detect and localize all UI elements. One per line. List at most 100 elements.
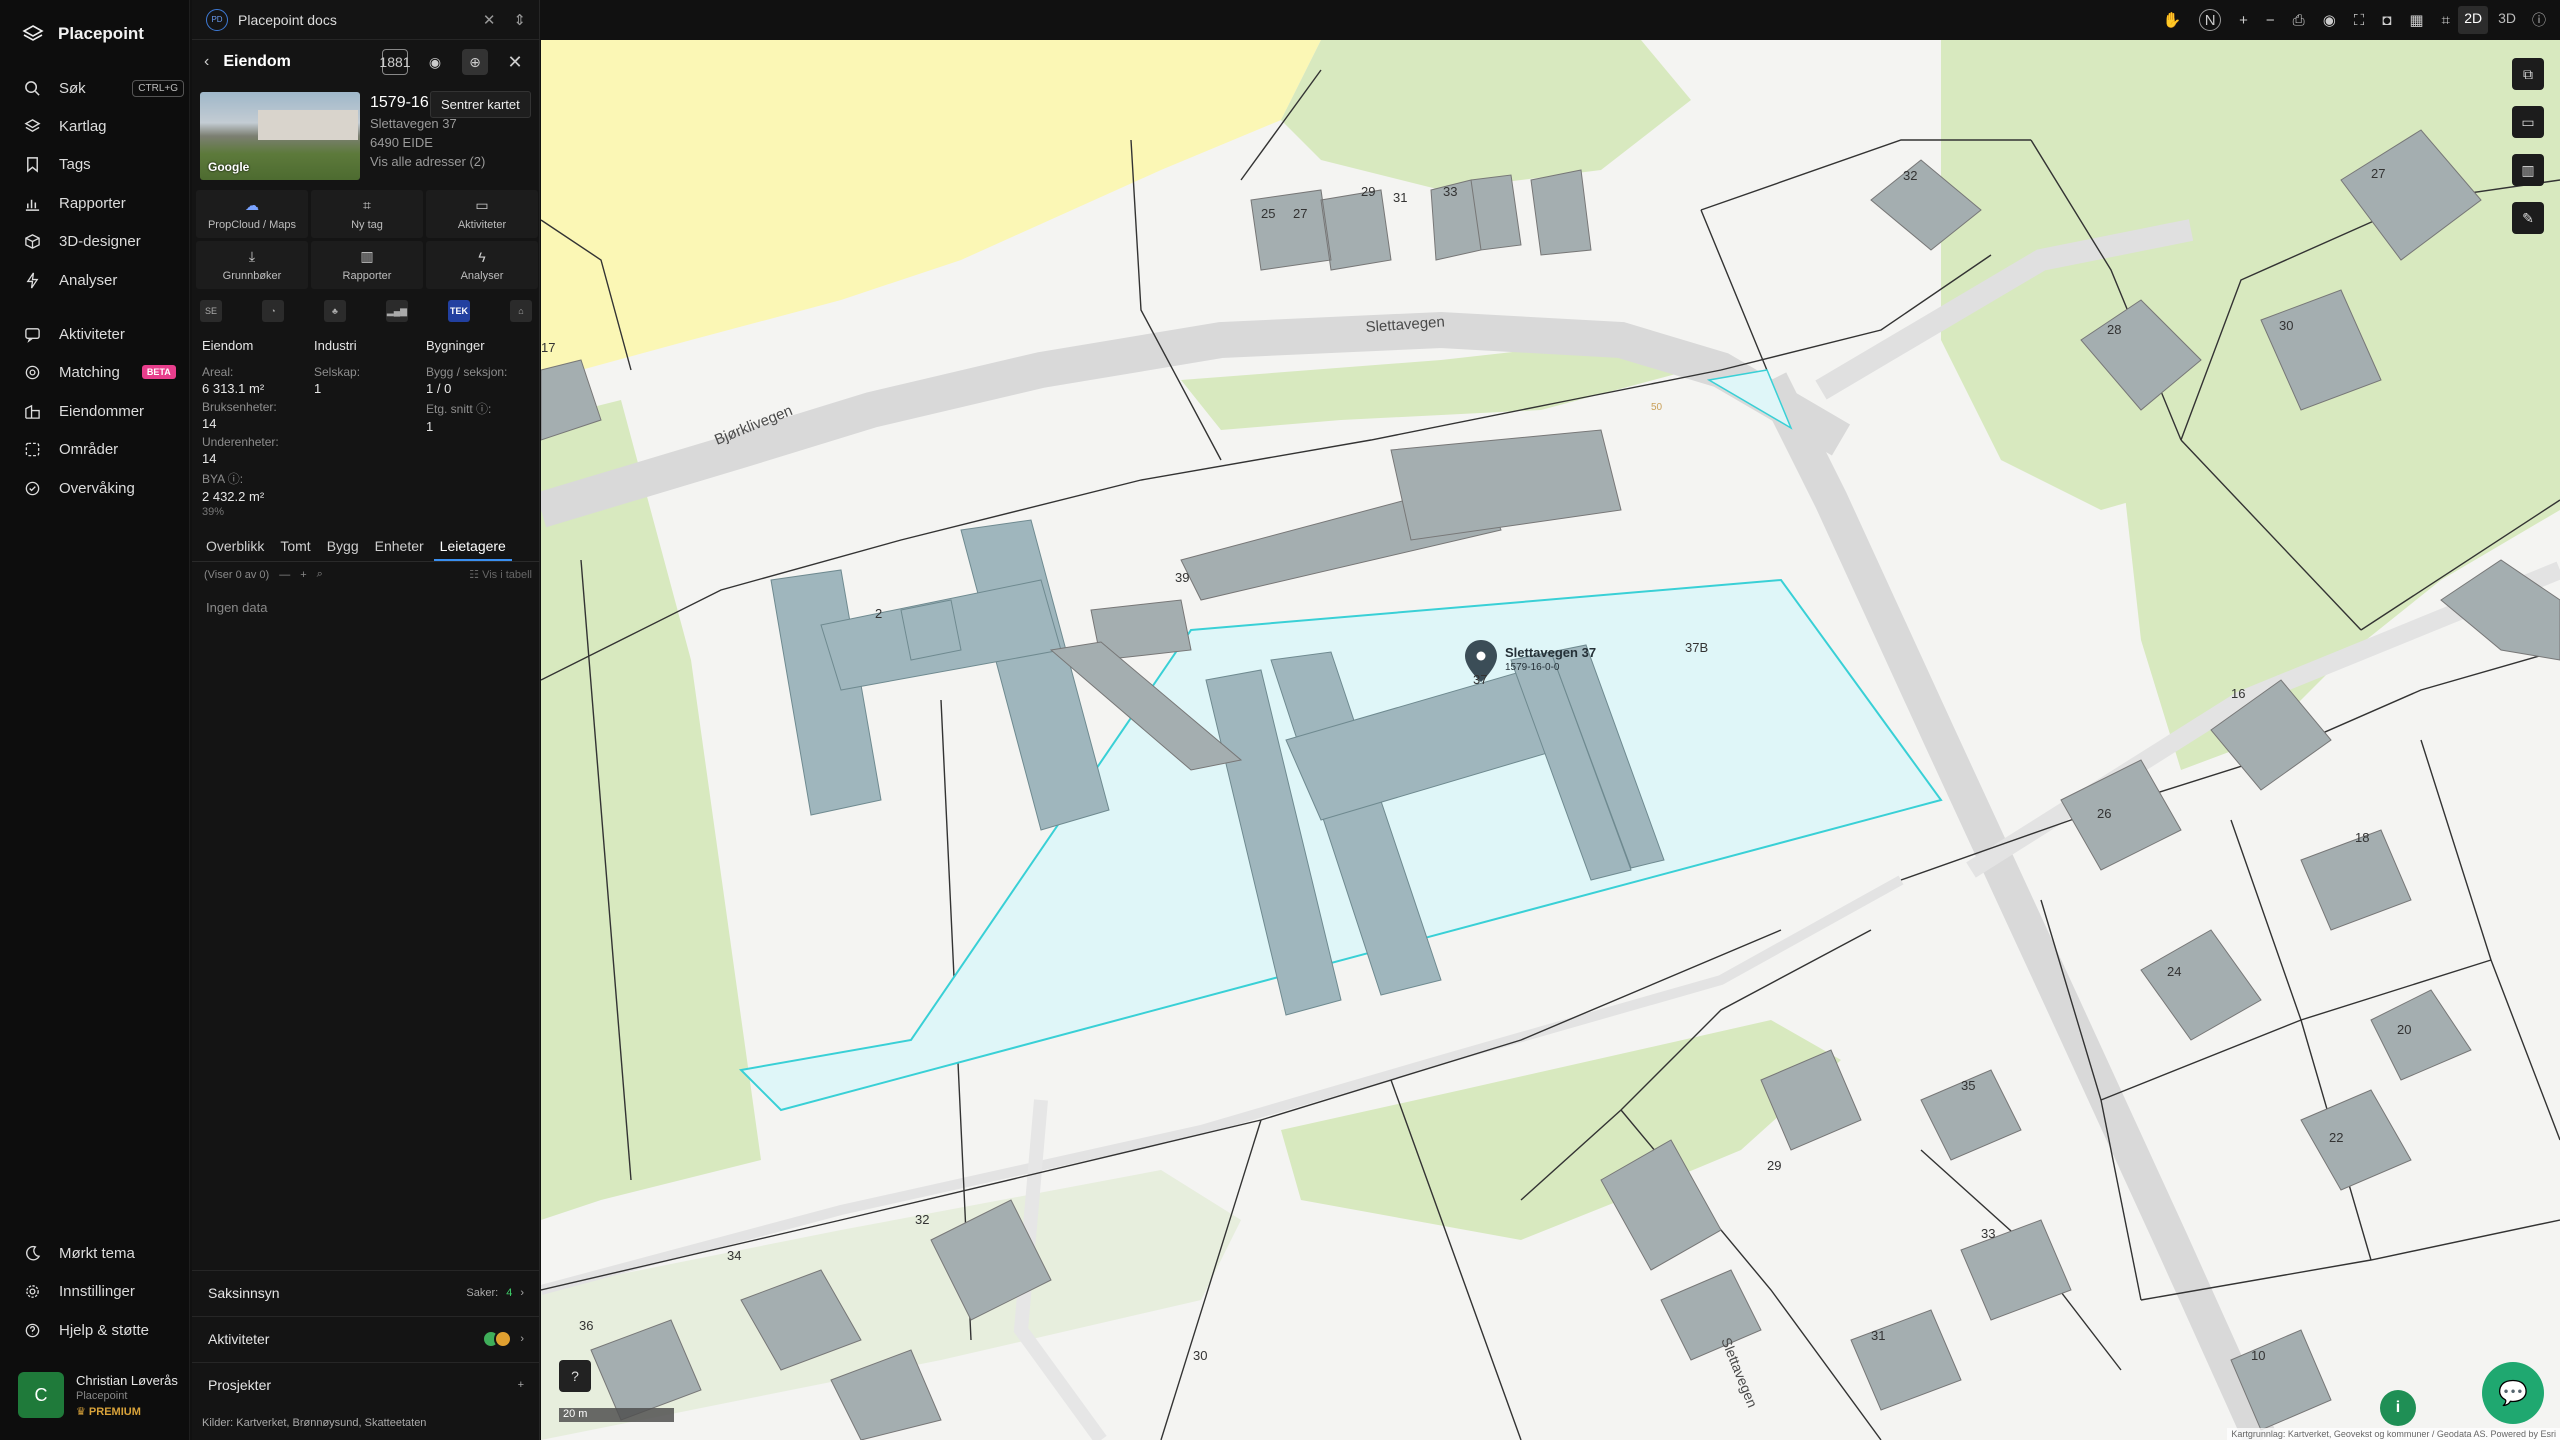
moon-icon xyxy=(26,1245,41,1260)
quick-actions: ☁ PropCloud / Maps ⌗ Ny tag ▭ Aktiviteter ⤓… xyxy=(196,190,538,289)
zoom-in-icon[interactable]: + xyxy=(2239,12,2248,29)
nav-item-3d-designer[interactable]: 3D-designer xyxy=(24,229,184,253)
analyses-button[interactable]: ϟ Analyser xyxy=(426,241,538,289)
property-panel-body: Google 1579-16 Slettavegen 37 6490 EIDE … xyxy=(192,0,540,1440)
logo-icon xyxy=(22,25,44,41)
accordion-saksinnsyn[interactable]: Saksinnsyn Saker: 4 › xyxy=(192,1270,540,1314)
house-number: 37 xyxy=(1473,672,1487,687)
sources-label: Kilder: xyxy=(202,1417,234,1429)
nav-item-sok[interactable]: Søk CTRL+G xyxy=(24,76,184,100)
collapse-icon[interactable]: — xyxy=(279,569,290,581)
source-home-button[interactable]: ⌂ xyxy=(510,300,532,322)
google-tag: Google xyxy=(208,160,250,174)
info-circle-icon[interactable]: ⓘ xyxy=(2526,6,2552,34)
nav-item-tags[interactable]: Tags xyxy=(24,152,184,176)
plus-icon[interactable]: + xyxy=(518,1379,524,1391)
reports-button[interactable]: ▥ Rapporter xyxy=(311,241,423,289)
crown-icon: ♛ xyxy=(76,1405,89,1418)
source-link[interactable]: Brønnøysund, xyxy=(293,1417,362,1429)
tab-tomt[interactable]: Tomt xyxy=(274,532,316,561)
brand[interactable]: Placepoint xyxy=(22,20,144,48)
sources-footer: Kilder: Kartverket, Brønnøysund, Skattee… xyxy=(202,1417,426,1429)
areal-value: 6 313.1 m² xyxy=(202,381,265,396)
bookmark-icon[interactable]: ⌗ xyxy=(2442,12,2450,29)
nav-item-rapporter[interactable]: Rapporter xyxy=(24,191,184,215)
zoom-out-icon[interactable]: − xyxy=(2266,12,2275,29)
green-zone xyxy=(541,400,761,1220)
property-address[interactable]: Slettavegen 37 xyxy=(370,116,530,131)
source-tree-button[interactable]: ♣ xyxy=(324,300,346,322)
tab-bygg[interactable]: Bygg xyxy=(321,532,365,561)
nav-item-eiendommer[interactable]: Eiendommer xyxy=(24,399,184,423)
no-data-text: Ingen data xyxy=(206,600,268,615)
bya-label: BYA ⓘ: xyxy=(202,472,244,486)
mode-2d-button[interactable]: 2D xyxy=(2458,6,2489,34)
house-number: 39 xyxy=(1175,570,1189,585)
hand-icon[interactable]: ✋ xyxy=(2162,11,2181,29)
new-tag-button[interactable]: ⌗ Ny tag xyxy=(311,190,423,238)
add-icon[interactable]: + xyxy=(300,569,306,581)
tooltip-center-map: Sentrer kartet xyxy=(430,91,531,118)
search-icon[interactable]: ⌕ xyxy=(317,568,323,581)
nav-item-dark-theme[interactable]: Mørkt tema xyxy=(24,1241,184,1265)
eye-icon[interactable]: ◉ xyxy=(2323,11,2336,29)
nav-item-analyser[interactable]: Analyser xyxy=(24,268,184,292)
nav-item-settings[interactable]: Innstillinger xyxy=(24,1279,184,1303)
map-canvas[interactable]: Slettavegen 37 1579-16-0-0 Slettavegen B… xyxy=(541,40,2560,1440)
accordion-label: Prosjekter xyxy=(208,1376,272,1393)
camera-icon[interactable]: ◘ xyxy=(2382,12,2391,29)
accordion-prosjekter[interactable]: Prosjekter + xyxy=(192,1362,540,1406)
print-icon[interactable]: ⎙ xyxy=(2293,12,2305,29)
map-help-button[interactable]: ? xyxy=(559,1360,591,1392)
view-table-button[interactable]: ☷ Vis i tabell xyxy=(469,568,532,581)
compass-button[interactable]: N xyxy=(2199,9,2222,31)
nav-item-kartlag[interactable]: Kartlag xyxy=(24,114,184,138)
source-link[interactable]: Skatteetaten xyxy=(365,1417,427,1429)
tab-leietagere[interactable]: Leietagere xyxy=(433,532,512,561)
user-org: Placepoint xyxy=(76,1389,128,1402)
info-button[interactable]: i xyxy=(2380,1390,2416,1426)
source-tek-button[interactable]: TEK xyxy=(448,300,470,322)
bookmark-icon xyxy=(27,156,38,173)
tab-overblikk[interactable]: Overblikk xyxy=(200,532,270,561)
avatar-dot xyxy=(494,1329,513,1348)
message-icon: ▭ xyxy=(475,197,489,213)
detail-tabs: Overblikk Tomt Bygg Enheter Leietagere xyxy=(192,532,540,562)
grid-icon[interactable]: ▦ xyxy=(2409,11,2423,29)
accordion-aktiviteter[interactable]: Aktiviteter › xyxy=(192,1316,540,1360)
source-se-button[interactable]: SE xyxy=(200,300,222,322)
chart-icon[interactable]: ▥ xyxy=(2512,154,2544,186)
nav-item-aktiviteter[interactable]: Aktiviteter xyxy=(24,322,184,346)
layers-toggle-icon[interactable]: ⧉ xyxy=(2512,58,2544,90)
source-pie-button[interactable]: ◔ xyxy=(262,300,284,322)
house-number: 30 xyxy=(2279,318,2293,333)
user-name: Christian Løverås xyxy=(76,1372,178,1388)
quick-label: Ny tag xyxy=(351,219,383,231)
nav-item-overvaking[interactable]: Overvåking xyxy=(24,476,184,500)
nav-item-help[interactable]: Hjelp & støtte xyxy=(24,1318,184,1342)
nav-item-label: Innstillinger xyxy=(59,1282,135,1300)
nav-item-matching[interactable]: Matching BETA xyxy=(24,360,184,384)
propcloud-button[interactable]: ☁ PropCloud / Maps xyxy=(196,190,308,238)
source-bars-button[interactable]: ▂▄▆ xyxy=(386,300,408,322)
stats-heading: Bygninger xyxy=(426,338,485,353)
all-addresses-link[interactable]: Vis alle adresser (2) xyxy=(370,154,530,169)
activities-button[interactable]: ▭ Aktiviteter xyxy=(426,190,538,238)
user-card[interactable]: C Christian Løverås Placepoint ♛ PREMIUM xyxy=(18,1372,178,1418)
house-number: 16 xyxy=(2231,686,2245,701)
buildings-icon xyxy=(25,404,40,419)
chat-button[interactable]: 💬 xyxy=(2482,1362,2544,1424)
source-link[interactable]: Kartverket, xyxy=(236,1417,289,1429)
tab-enheter[interactable]: Enheter xyxy=(369,532,430,561)
nav-item-omrader[interactable]: Områder xyxy=(24,437,184,461)
mode-3d-button[interactable]: 3D xyxy=(2492,6,2522,34)
house-number: 33 xyxy=(1981,1226,1995,1241)
shortcut-badge: CTRL+G xyxy=(132,79,184,97)
quick-label: PropCloud / Maps xyxy=(207,219,297,231)
grunnboker-button[interactable]: ⤓ Grunnbøker xyxy=(196,241,308,289)
house-number: 27 xyxy=(2371,166,2385,181)
street-view-thumbnail[interactable]: Google xyxy=(200,92,360,180)
measure-icon[interactable]: ▭ xyxy=(2512,106,2544,138)
fullscreen-icon[interactable]: ⛶ xyxy=(2354,12,2365,29)
edit-icon[interactable]: ✎ xyxy=(2512,202,2544,234)
